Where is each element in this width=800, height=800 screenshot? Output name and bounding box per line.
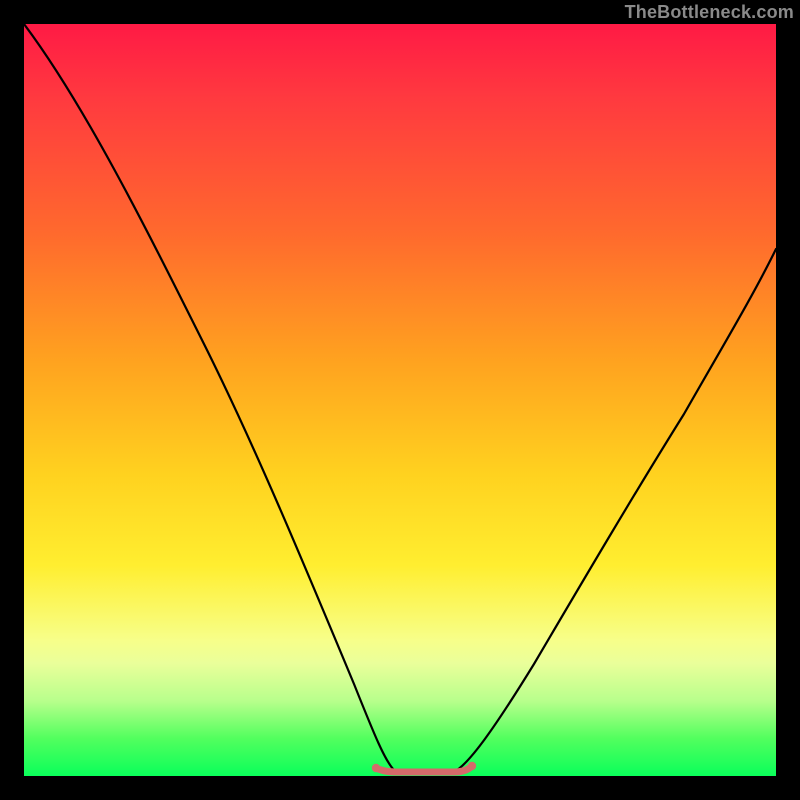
valley-marker-right-cap	[468, 762, 476, 770]
chart-frame: TheBottleneck.com	[0, 0, 800, 800]
valley-marker-left-cap	[372, 764, 380, 772]
plot-area	[24, 24, 776, 776]
watermark-text: TheBottleneck.com	[625, 2, 794, 23]
curve-layer	[24, 24, 776, 776]
bottleneck-curve	[24, 24, 776, 772]
